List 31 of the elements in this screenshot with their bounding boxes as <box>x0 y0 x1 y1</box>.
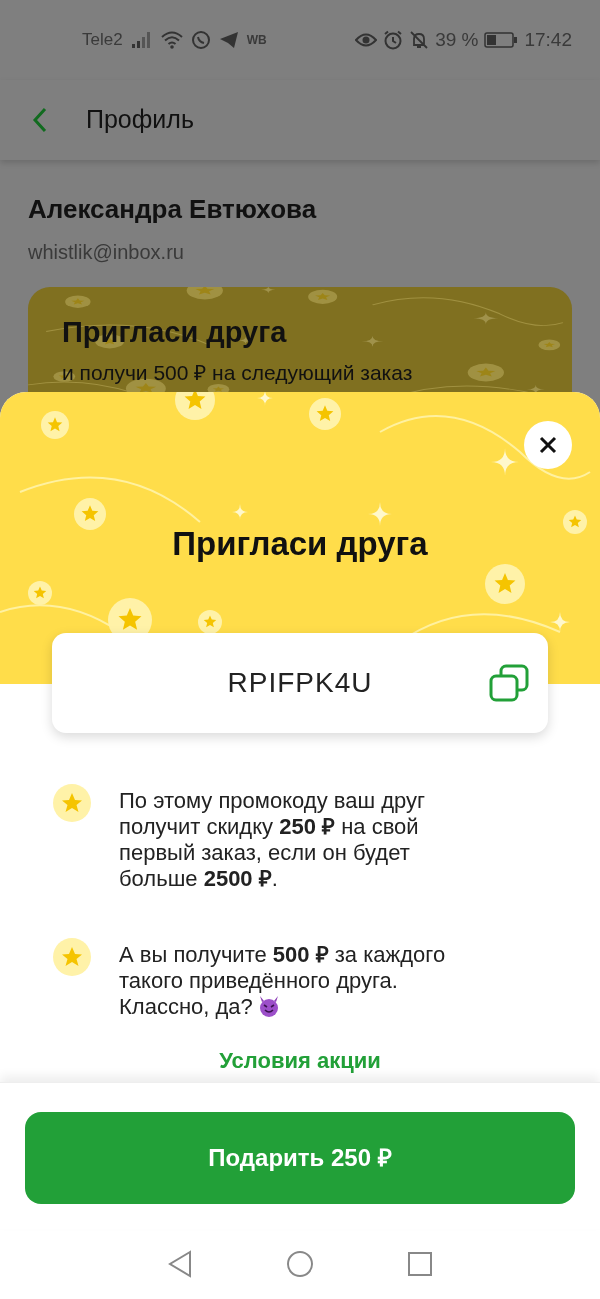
copy-button[interactable] <box>488 663 530 703</box>
terms-link[interactable]: Условия акции <box>219 1044 381 1077</box>
back-icon <box>32 107 48 133</box>
chat-icon <box>190 30 211 50</box>
carrier-name: Tele2 <box>82 29 123 52</box>
battery-icon <box>484 31 519 49</box>
sheet-title: Пригласи друга <box>172 524 428 564</box>
alarm-icon <box>383 30 404 50</box>
copy-icon <box>489 664 529 702</box>
recents-nav-icon[interactable] <box>407 1251 434 1277</box>
network-label: WB <box>246 32 267 49</box>
signal-icon <box>130 31 153 49</box>
muted-bell-icon <box>409 30 430 50</box>
gift-button[interactable]: Подарить 250 ₽ <box>25 1112 575 1204</box>
profile-email: whistlik@inbox.ru <box>28 240 185 265</box>
bullet-text: А вы получите 500 ₽ за каждого такого приведённого друга. Классно, да? <box>119 942 447 1020</box>
back-nav-icon[interactable] <box>166 1250 193 1278</box>
battery-percent: 39 % <box>435 27 479 52</box>
eye-icon <box>355 32 378 48</box>
bullet-text: По этому промокоду ваш друг получит скидку 250 ₽ на свой первый заказ, если он будет больше 2500 ₽. <box>119 788 427 892</box>
close-icon <box>539 436 557 454</box>
header-title: Профиль <box>86 104 194 136</box>
clock-time: 17:42 <box>524 27 572 52</box>
promo-code: RPIFPK4U <box>227 666 373 700</box>
home-nav-icon[interactable] <box>286 1250 314 1278</box>
profile-name: Александра Евтюхова <box>28 193 318 226</box>
banner-subtitle: и получи 500 ₽ на следующий заказ <box>62 359 414 386</box>
wifi-icon <box>160 31 183 49</box>
banner-title: Пригласи друга <box>62 315 288 350</box>
paper-plane-icon <box>218 31 239 49</box>
close-button[interactable] <box>524 421 572 469</box>
